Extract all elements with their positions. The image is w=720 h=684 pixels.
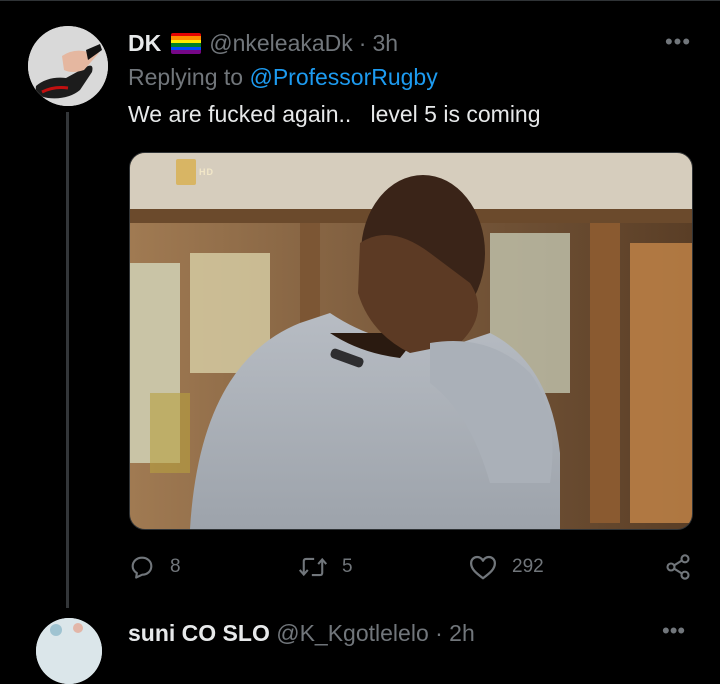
tweet-text: We are fucked again.. level 5 is coming (128, 101, 541, 127)
flag-stripe (171, 50, 202, 54)
like-button[interactable]: 292 (468, 548, 544, 586)
share-button[interactable] (664, 548, 692, 586)
retweet-button[interactable]: 5 (298, 548, 353, 586)
replying-to-prefix: Replying to (128, 64, 250, 90)
next-tweet-header: suni CO SLO @K_Kgotlelelo · 2h (128, 620, 475, 646)
avatar-image (28, 26, 108, 106)
reply-count: 8 (170, 556, 181, 577)
rainbow-flag-icon (171, 32, 202, 54)
like-icon (470, 555, 496, 580)
next-avatar[interactable] (36, 618, 102, 684)
reply-icon (131, 556, 153, 579)
more-icon[interactable]: ••• (662, 28, 694, 56)
separator: · (358, 29, 367, 56)
tweet-media[interactable]: HD (129, 152, 693, 530)
channel-logo: HD (176, 159, 214, 185)
avatar[interactable] (28, 26, 108, 106)
next-handle-time[interactable]: @K_Kgotlelelo · 2h (270, 620, 475, 646)
like-count: 292 (512, 556, 544, 577)
next-more-icon[interactable]: ••• (662, 618, 685, 644)
replying-to: Replying to @ProfessorRugby (128, 64, 438, 91)
retweet-icon (298, 557, 328, 577)
top-divider (0, 0, 720, 1)
media-image (130, 153, 692, 529)
replying-to-link[interactable]: @ProfessorRugby (249, 64, 437, 90)
display-name[interactable]: DK (128, 30, 161, 57)
retweet-count: 5 (342, 556, 353, 577)
tweet-actions: 8 5 292 (128, 548, 698, 586)
next-avatar-image (36, 618, 102, 684)
handle[interactable]: @nkeleakaDk (209, 30, 353, 57)
share-icon (666, 554, 690, 580)
next-display-name[interactable]: suni CO SLO (128, 620, 270, 646)
timestamp[interactable]: 3h (372, 30, 398, 57)
reply-button[interactable]: 8 (128, 548, 181, 586)
thread-line (66, 112, 69, 608)
tweet-header: DK @nkeleakaDk · 3h (128, 28, 398, 58)
channel-logo-mark (176, 159, 196, 185)
channel-logo-text: HD (199, 167, 214, 177)
